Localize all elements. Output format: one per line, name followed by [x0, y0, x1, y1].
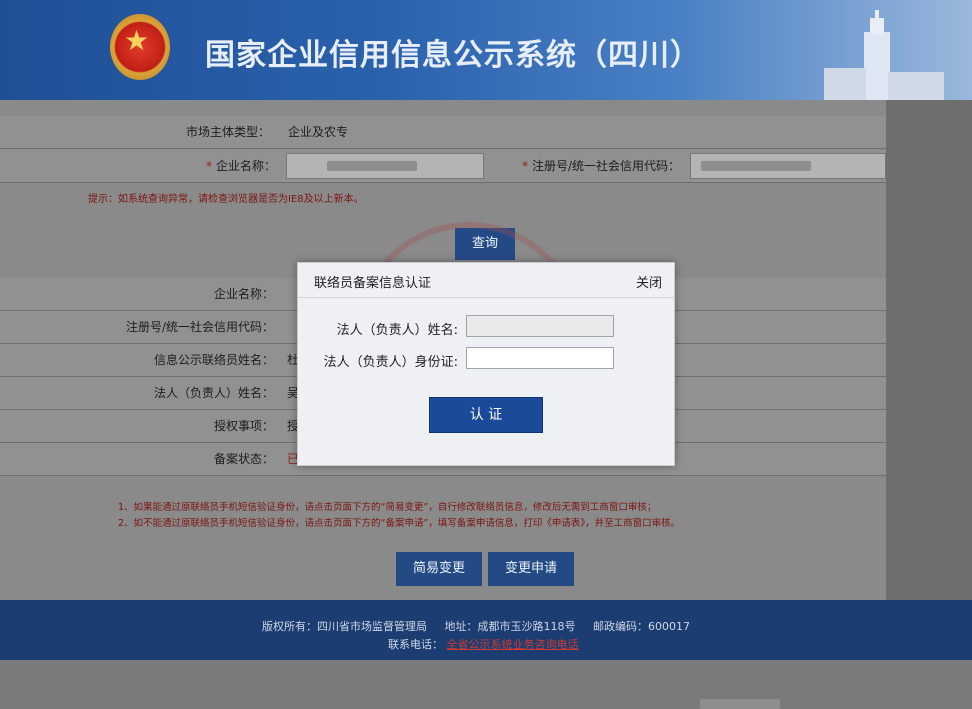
market-type-label: 市场主体类型： — [185, 125, 270, 139]
result-reg-label: 注册号/统一社会信用代码： — [125, 320, 274, 334]
company-search-row: * 企业名称： * 注册号/统一社会信用代码： — [0, 150, 886, 183]
site-title: 国家企业信用信息公示系统（四川） — [205, 38, 701, 73]
liaison-auth-dialog: 联络员备案信息认证 关闭 法人（负责人）姓名: 法人（负责人）身份证: 认 证 — [297, 262, 675, 466]
browser-hint: 提示：如系统查询异常，请检查浏览器是否为IE8及以上新本。 — [88, 194, 364, 205]
footer-phone-link[interactable]: 全省公示系统业务咨询电话 — [447, 638, 579, 651]
legal-name-input[interactable] — [466, 315, 614, 337]
footer-phone-label: 联系电话： — [388, 638, 443, 651]
reg-no-input[interactable] — [690, 153, 886, 179]
national-emblem-icon: ★ — [110, 14, 170, 80]
dialog-header: 联络员备案信息认证 关闭 — [298, 263, 674, 298]
result-company-label: 企业名称： — [213, 287, 274, 301]
footer-copyright: 版权所有：四川省市场监督管理局 — [262, 620, 427, 633]
building-icon — [824, 10, 944, 100]
market-type-row: 市场主体类型： 企业及农专 — [0, 116, 886, 149]
verify-button[interactable]: 认 证 — [429, 397, 543, 433]
simple-change-button[interactable]: 简易变更 — [396, 552, 482, 586]
site-footer: 版权所有：四川省市场监督管理局 地址：成都市玉沙路118号 邮政编码：60001… — [0, 600, 972, 660]
auth-label: 授权事项： — [213, 419, 274, 433]
footer-address: 地址：成都市玉沙路118号 — [444, 620, 576, 633]
footer-info: 版权所有：四川省市场监督管理局 地址：成都市玉沙路118号 邮政编码：60001… — [262, 618, 690, 634]
required-mark: * — [206, 159, 213, 173]
legal-id-input[interactable] — [466, 347, 614, 369]
site-header: ★ 国家企业信用信息公示系统（四川） — [0, 0, 972, 100]
company-name-input[interactable] — [286, 153, 484, 179]
instruction-1: 1、如果能通过原联络员手机短信验证身份，请点击页面下方的“简易变更”，自行修改联… — [118, 502, 657, 513]
legal-id-field-label: 法人（负责人）身份证: — [323, 355, 458, 370]
change-apply-button[interactable]: 变更申请 — [488, 552, 574, 586]
dialog-close-button[interactable]: 关闭 — [636, 272, 662, 291]
dialog-title: 联络员备案信息认证 — [314, 276, 432, 291]
market-type-value[interactable]: 企业及农专 — [288, 116, 348, 148]
legal-name-field-label: 法人（负责人）姓名: — [336, 323, 458, 338]
liaison-name-label: 信息公示联络员姓名： — [153, 353, 274, 367]
instruction-2: 2、如不能通过原联络员手机短信验证身份，请点击页面下方的“备案申请”，填写备案申… — [118, 518, 681, 529]
status-label: 备案状态： — [213, 452, 274, 466]
company-name-label: * 企业名称： — [206, 159, 276, 173]
footer-contact: 联系电话： 全省公示系统业务咨询电话 — [388, 636, 579, 652]
redacted-value — [700, 699, 780, 709]
redacted-value — [701, 161, 811, 171]
footer-postcode: 邮政编码：600017 — [592, 620, 690, 633]
redacted-value — [327, 161, 417, 171]
instructions: 1、如果能通过原联络员手机短信验证身份，请点击页面下方的“简易变更”，自行修改联… — [118, 500, 680, 532]
right-margin — [886, 100, 972, 600]
reg-no-label: * 注册号/统一社会信用代码： — [522, 159, 680, 173]
legal-name-label: 法人（负责人）姓名： — [153, 386, 274, 400]
